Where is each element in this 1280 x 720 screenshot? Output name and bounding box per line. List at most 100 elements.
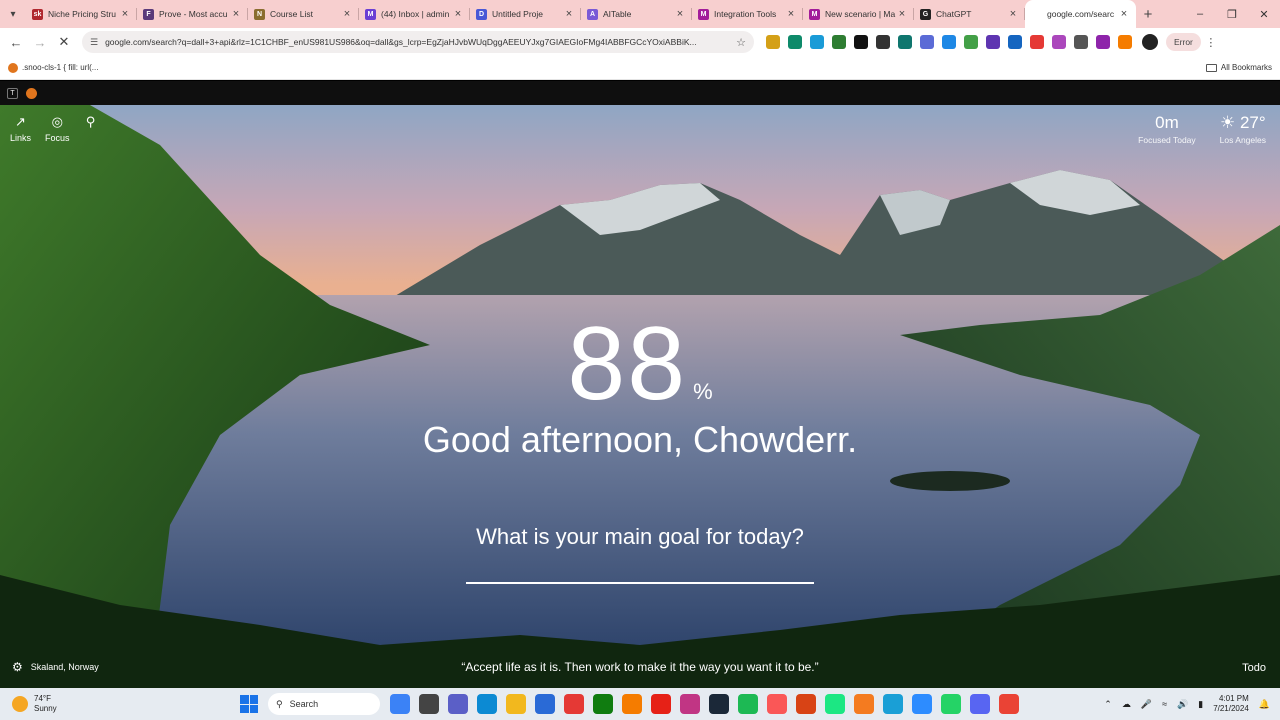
profile-error-badge[interactable]: Error — [1166, 33, 1201, 51]
chrome-2-icon[interactable] — [999, 694, 1019, 714]
todo-button[interactable]: Todo — [1242, 662, 1266, 674]
ext-3-icon[interactable] — [810, 35, 824, 49]
ext-13-icon[interactable] — [1030, 35, 1044, 49]
youtube-icon[interactable] — [651, 694, 671, 714]
new-tab-button[interactable]: + — [1136, 6, 1160, 23]
address-bar[interactable]: ☰ google.com/search?q=dall+3+api&rlz=1C1… — [82, 31, 754, 53]
ext-10-icon[interactable] — [964, 35, 978, 49]
ext-15-icon[interactable] — [1074, 35, 1088, 49]
text-icon[interactable]: T — [7, 87, 18, 99]
app-orange-icon[interactable] — [622, 694, 642, 714]
chrome-icon[interactable] — [564, 694, 584, 714]
profile-avatar[interactable] — [1142, 34, 1158, 50]
browser-tab[interactable]: G ChatGPT × — [914, 0, 1025, 28]
steam-icon[interactable] — [709, 694, 729, 714]
tab-close-icon[interactable]: × — [230, 8, 242, 20]
main-goal-input[interactable] — [466, 582, 814, 584]
ext-11-icon[interactable] — [986, 35, 1000, 49]
tab-close-icon[interactable]: × — [452, 8, 464, 20]
ext-16-icon[interactable] — [1096, 35, 1110, 49]
taskbar-search[interactable]: ⚲ Search — [268, 693, 380, 715]
reddit-icon[interactable] — [26, 87, 37, 99]
teams-icon[interactable] — [448, 694, 468, 714]
app-active-icon[interactable] — [883, 694, 903, 714]
battery-icon[interactable]: ▮ — [1198, 699, 1203, 710]
all-bookmarks-button[interactable]: All Bookmarks — [1205, 63, 1272, 72]
bookmark-item[interactable]: .snoo-cls-1 { fill: url(... — [8, 62, 98, 73]
weather-condition: Sunny — [34, 704, 57, 713]
discord-icon[interactable] — [970, 694, 990, 714]
site-info-icon[interactable]: ☰ — [90, 37, 98, 48]
notification-bell-icon[interactable]: 🔔 — [1259, 699, 1270, 710]
itunes-icon[interactable] — [767, 694, 787, 714]
close-window-button[interactable]: ✕ — [1248, 8, 1280, 21]
ext-5-icon[interactable] — [854, 35, 868, 49]
weather-widget[interactable]: ☀ 27° Los Angeles — [1220, 113, 1266, 145]
search-button[interactable]: ⚲ — [84, 114, 98, 143]
tab-close-icon[interactable]: × — [1118, 8, 1130, 20]
forward-button[interactable]: → — [28, 35, 52, 50]
browser-tab[interactable]: A AITable × — [581, 0, 692, 28]
clock[interactable]: 4:01 PM 7/21/2024 — [1213, 694, 1249, 714]
ext-14-icon[interactable] — [1052, 35, 1066, 49]
bookmark-star-icon[interactable]: ☆ — [736, 36, 746, 49]
minimize-button[interactable]: – — [1184, 8, 1216, 21]
xbox-icon[interactable] — [593, 694, 613, 714]
tab-title: Course List — [270, 9, 313, 19]
folder-icon — [1205, 63, 1217, 72]
tab-close-icon[interactable]: × — [341, 8, 353, 20]
tab-close-icon[interactable]: × — [119, 8, 131, 20]
browser-tab[interactable]: google.com/searc × — [1025, 0, 1136, 28]
ext-7-icon[interactable] — [898, 35, 912, 49]
browser-tab[interactable]: N Course List × — [248, 0, 359, 28]
tab-title: Integration Tools — [714, 9, 777, 19]
tab-close-icon[interactable]: × — [563, 8, 575, 20]
browser-menu-icon[interactable]: ⋮ — [1201, 36, 1221, 49]
ext-12-icon[interactable] — [1008, 35, 1022, 49]
microphone-icon[interactable]: 🎤 — [1141, 699, 1152, 710]
app-red-icon[interactable] — [796, 694, 816, 714]
tab-close-icon[interactable]: × — [785, 8, 797, 20]
edge-icon[interactable] — [477, 694, 497, 714]
browser-tab[interactable]: M (44) Inbox | admin × — [359, 0, 470, 28]
wifi-icon[interactable]: ≈ — [1162, 699, 1167, 709]
restore-button[interactable]: ❐ — [1216, 8, 1248, 21]
start-button[interactable] — [240, 695, 258, 713]
tab-close-icon[interactable]: × — [896, 8, 908, 20]
task-view-icon[interactable] — [419, 694, 439, 714]
volume-icon[interactable]: 🔊 — [1177, 699, 1188, 710]
app-brush-icon[interactable] — [854, 694, 874, 714]
zoom-icon[interactable] — [912, 694, 932, 714]
copilot-icon[interactable] — [390, 694, 410, 714]
whatsapp-icon[interactable] — [941, 694, 961, 714]
ext-4-icon[interactable] — [832, 35, 846, 49]
cloud-icon[interactable]: ☁ — [1122, 699, 1131, 710]
hulu-icon[interactable] — [825, 694, 845, 714]
browser-tab[interactable]: M New scenario | Ma × — [803, 0, 914, 28]
stop-loading-button[interactable]: ✕ — [52, 34, 76, 50]
explorer-icon[interactable] — [506, 694, 526, 714]
browser-tab[interactable]: sk Niche Pricing Stru × — [26, 0, 137, 28]
store-icon[interactable] — [535, 694, 555, 714]
focus-time-widget[interactable]: 0m Focused Today — [1138, 113, 1196, 145]
ext-8-icon[interactable] — [920, 35, 934, 49]
tab-close-icon[interactable]: × — [674, 8, 686, 20]
back-button[interactable]: ← — [4, 35, 28, 50]
browser-tab[interactable]: M Integration Tools × — [692, 0, 803, 28]
ext-9-icon[interactable] — [942, 35, 956, 49]
spotify-icon[interactable] — [738, 694, 758, 714]
links-button[interactable]: ↗ Links — [10, 114, 31, 143]
ext-17-icon[interactable] — [1118, 35, 1132, 49]
ext-6-icon[interactable] — [876, 35, 890, 49]
taskbar-weather[interactable]: 74°F Sunny — [0, 694, 240, 714]
browser-tab[interactable]: F Prove - Most accu × — [137, 0, 248, 28]
ext-1-icon[interactable] — [766, 35, 780, 49]
focus-button[interactable]: ◎ Focus — [45, 114, 70, 143]
url-text[interactable]: google.com/search?q=dall+3+api&rlz=1C1CH… — [105, 37, 730, 47]
tab-search-menu[interactable]: ▾ — [0, 0, 26, 28]
instagram-icon[interactable] — [680, 694, 700, 714]
tab-close-icon[interactable]: × — [1007, 8, 1019, 20]
ext-2-icon[interactable] — [788, 35, 802, 49]
browser-tab[interactable]: D Untitled Proje × — [470, 0, 581, 28]
tray-chevron-icon[interactable]: ⌃ — [1104, 699, 1112, 710]
